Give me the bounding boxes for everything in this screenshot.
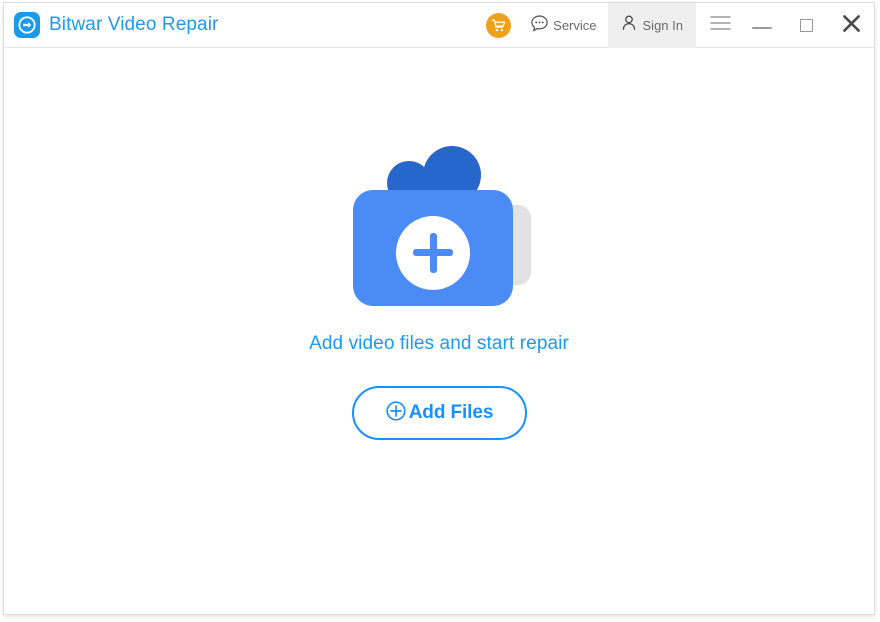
window-title: Bitwar Video Repair <box>49 14 219 35</box>
maximize-button[interactable] <box>784 3 828 48</box>
maximize-icon <box>799 19 813 32</box>
add-files-button[interactable]: Add Files <box>351 386 527 440</box>
hamburger-menu-button[interactable] <box>700 3 740 48</box>
bitwar-logo-icon <box>14 12 40 38</box>
title-bar: Bitwar Video Repair Service Sign In <box>4 3 874 48</box>
file-drop-zone[interactable]: Add video files and start repair Add Fil… <box>4 143 874 440</box>
service-label: Service <box>553 18 597 33</box>
speech-bubble-icon <box>530 14 549 38</box>
cart-button[interactable] <box>475 3 521 48</box>
video-camera-add-icon <box>339 143 539 311</box>
shopping-cart-icon <box>485 13 511 38</box>
person-icon <box>620 14 638 37</box>
sign-in-button[interactable]: Sign In <box>607 3 696 48</box>
plus-vertical-bar <box>429 233 437 273</box>
minimize-icon <box>752 17 772 35</box>
service-button[interactable]: Service <box>521 3 607 48</box>
main-content: Add video files and start repair Add Fil… <box>4 48 874 614</box>
close-button[interactable] <box>828 3 874 48</box>
hamburger-menu-icon <box>709 15 731 36</box>
close-icon <box>842 14 861 38</box>
minimize-button[interactable] <box>740 3 784 48</box>
plus-circle-icon <box>385 400 407 427</box>
add-files-label: Add Files <box>408 402 494 423</box>
drop-zone-hint-text: Add video files and start repair <box>309 333 569 354</box>
titlebar-controls: Service Sign In <box>475 3 874 48</box>
sign-in-label: Sign In <box>642 18 683 33</box>
application-window: Bitwar Video Repair Service Sign In Add … <box>3 2 875 615</box>
